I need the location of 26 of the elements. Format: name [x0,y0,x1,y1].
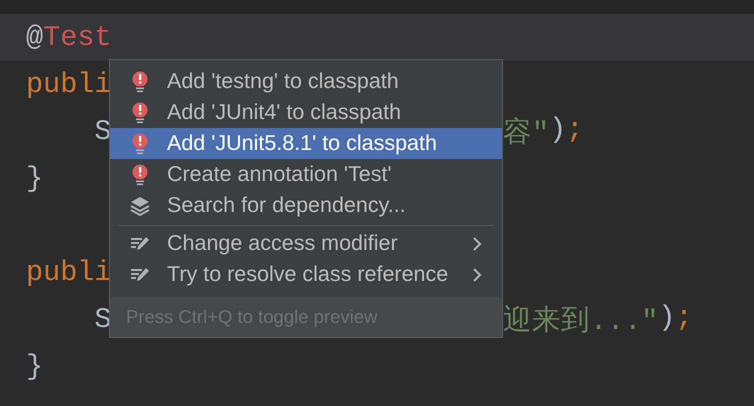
annotation-sign: @ [26,21,44,54]
bulb-icon [130,132,150,154]
string-literal: 迎来到..." [503,304,658,338]
layers-icon [130,194,150,216]
menu-item[interactable]: Add 'testng' to classpath [110,66,502,97]
string-literal: 容" [503,116,550,150]
code-text: } [26,162,44,195]
code-text: S [93,303,112,336]
code-text: } [26,350,44,383]
menu-item[interactable]: Search for dependency... [110,190,502,221]
keyword: publi [26,256,112,289]
keyword: publi [26,68,112,101]
code-text: S [93,115,112,148]
keyword: ; [676,300,693,336]
bulb-icon [130,70,150,92]
bulb-icon [130,164,150,186]
code-text: ) [549,112,566,148]
menu-item[interactable]: Change access modifier [110,228,502,259]
keyword: ; [566,112,584,148]
menu-item[interactable]: Add 'JUnit4' to classpath [110,97,502,128]
code-text: ) [658,300,676,336]
annotation-name: Test [43,21,112,54]
menu-item[interactable]: Create annotation 'Test' [110,159,502,190]
menu-item[interactable]: Try to resolve class reference [110,259,502,290]
bulb-icon [130,102,150,124]
menu-item[interactable]: Add 'JUnit5.8.1' to classpath [110,128,502,159]
